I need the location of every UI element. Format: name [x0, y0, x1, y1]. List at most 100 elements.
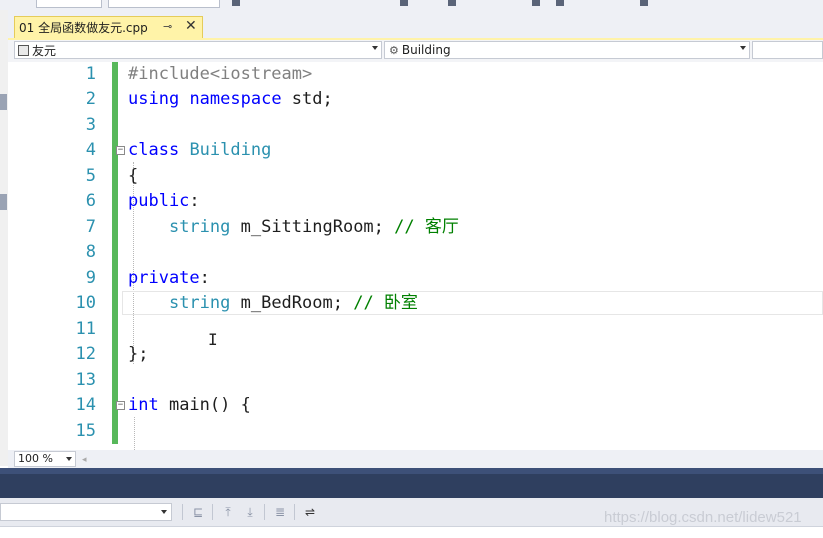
code-line: #include<iostream> — [128, 62, 312, 87]
document-tab[interactable]: 01 全局函数做友元.cpp ⊸ ✕ — [14, 16, 203, 38]
footer-strip — [0, 527, 823, 538]
class-icon: ⚙ — [389, 43, 399, 57]
code-token: Building — [189, 140, 272, 160]
function-dropdown[interactable] — [752, 41, 823, 59]
left-strip-tab[interactable] — [0, 94, 7, 110]
toolbar-icon[interactable] — [532, 0, 540, 6]
line-number: 6 — [85, 191, 96, 211]
toolbar-separator — [264, 504, 265, 520]
zoom-value: 100 % — [18, 452, 53, 465]
line-number: 7 — [85, 217, 96, 237]
code-token: main() { — [158, 395, 251, 415]
code-line: public: — [128, 189, 200, 214]
prev-message-icon[interactable]: ⤒ — [220, 504, 236, 520]
line-number: 3 — [85, 115, 96, 135]
code-token: #include — [128, 64, 210, 84]
chevron-down-icon — [66, 457, 72, 461]
member-dropdown[interactable]: ⚙ Building — [384, 41, 750, 59]
scroll-left-icon[interactable]: ◂ — [82, 455, 87, 465]
line-number: 15 — [75, 421, 96, 441]
member-dropdown-value: Building — [401, 43, 451, 57]
line-number: 9 — [85, 268, 96, 288]
line-number: 2 — [85, 89, 96, 109]
chevron-down-icon — [740, 46, 746, 50]
panel-splitter-highlight — [0, 468, 823, 474]
clear-all-icon[interactable]: ≣ — [272, 504, 288, 520]
selection-margin — [8, 62, 32, 450]
toolbar-icon[interactable] — [232, 0, 240, 6]
code-token: int — [128, 395, 159, 415]
toolbar-icon[interactable] — [556, 0, 564, 6]
code-line: string m_BedRoom; // 卧室 — [128, 291, 418, 316]
code-token: public — [128, 191, 190, 211]
word-wrap-icon[interactable]: ⇌ — [302, 504, 318, 520]
toolbar-icon[interactable] — [448, 0, 456, 6]
code-editor[interactable]: 1 2 3 4 5 6 7 8 9 10 11 12 13 14 15 − − … — [8, 62, 823, 450]
chevron-down-icon — [372, 46, 378, 50]
code-token: : — [189, 191, 200, 211]
collapse-icon[interactable]: − — [116, 146, 125, 155]
scope-dropdown[interactable]: 友元 — [14, 41, 382, 59]
code-token: string — [168, 217, 231, 237]
code-token: // 客厅 — [394, 217, 459, 237]
line-number: 10 — [75, 293, 96, 313]
pin-icon[interactable]: ⊸ — [163, 20, 172, 33]
code-token: class — [128, 140, 180, 160]
code-line: private: — [128, 266, 210, 291]
toolbar-separator — [182, 504, 183, 520]
code-token: namespace — [189, 89, 282, 109]
collapse-icon[interactable]: − — [116, 401, 125, 410]
line-number: 4 — [85, 140, 96, 160]
find-message-icon[interactable]: ⊑ — [190, 504, 206, 520]
toolbar-dropdown[interactable] — [108, 0, 220, 8]
code-token: m_BedRoom; — [230, 293, 354, 313]
panel-splitter[interactable] — [0, 468, 823, 498]
toolbar-dropdown[interactable] — [36, 0, 102, 8]
left-strip-tab[interactable] — [0, 194, 7, 210]
code-token: string — [168, 293, 231, 313]
code-token: <iostream> — [209, 64, 313, 84]
line-number: 8 — [85, 242, 96, 262]
line-number: 12 — [75, 344, 96, 364]
line-number: 5 — [85, 166, 96, 186]
tab-title: 01 全局函数做友元.cpp — [19, 21, 148, 35]
toolbar-separator — [212, 504, 213, 520]
document-tab-bar: 01 全局函数做友元.cpp ⊸ ✕ — [8, 10, 823, 40]
code-token: : — [199, 268, 210, 288]
code-token: private — [128, 268, 200, 288]
code-token: using — [128, 89, 180, 109]
toolbar-icon[interactable] — [400, 0, 408, 6]
watermark: https://blog.csdn.net/lidew521 — [604, 509, 802, 526]
code-line: class Building — [128, 138, 271, 163]
line-number: 13 — [75, 370, 96, 390]
code-line: int main() { — [128, 393, 251, 418]
code-line: string m_SittingRoom; // 客厅 — [128, 215, 459, 240]
code-line: { — [128, 164, 138, 189]
navigation-bar: 友元 ⚙ Building — [8, 40, 823, 63]
code-token: std; — [281, 89, 333, 109]
code-token: // 卧室 — [353, 293, 418, 313]
output-source-dropdown[interactable] — [0, 503, 172, 521]
line-number: 14 — [75, 395, 96, 415]
code-token: }; — [128, 344, 149, 364]
zoom-dropdown[interactable]: 100 % — [14, 451, 76, 467]
code-token: m_SittingRoom; — [230, 217, 395, 237]
project-icon — [18, 44, 29, 56]
code-token: { — [128, 166, 139, 186]
toolbar-separator — [294, 504, 295, 520]
editor-status-strip: 100 % ◂ — [8, 450, 823, 468]
change-tracking-bar — [112, 62, 118, 444]
code-line: using namespace std; — [128, 87, 333, 112]
code-line: }; — [128, 342, 148, 367]
close-icon[interactable]: ✕ — [185, 18, 197, 34]
chevron-down-icon — [161, 510, 167, 514]
line-number: 1 — [85, 64, 96, 84]
next-message-icon[interactable]: ⤓ — [242, 504, 258, 520]
toolbar-icon[interactable] — [640, 0, 648, 6]
line-number: 11 — [75, 319, 96, 339]
scope-dropdown-value: 友元 — [32, 43, 57, 58]
indent-guide — [134, 417, 135, 450]
